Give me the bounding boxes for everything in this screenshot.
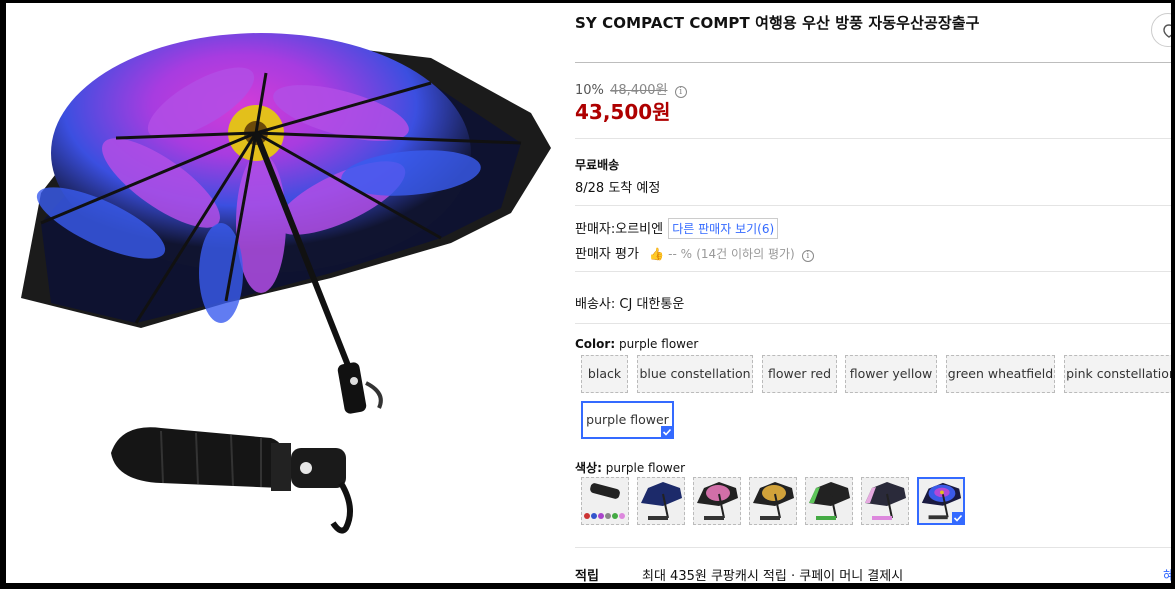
swatch-label: 색상: xyxy=(575,461,602,475)
reward-text: 최대 435원 쿠팡캐시 적립 · 쿠페이 머니 결제시 xyxy=(642,569,904,583)
product-info-panel: SY COMPACT COMPT 여행용 우산 방풍 자동우산공장출구 10% … xyxy=(575,3,1171,583)
seller-row: 판매자:오르비엔 다른 판매자 보기(6) xyxy=(575,218,779,239)
color-option-pink-constellation[interactable]: pink constellation xyxy=(1064,355,1171,393)
check-icon xyxy=(661,426,673,438)
seller-rating-note: (14건 이하의 평가) xyxy=(696,247,795,261)
color-option-label: Color: purple flower xyxy=(575,337,698,351)
divider xyxy=(575,547,1171,548)
seller-label: 판매자: xyxy=(575,222,616,237)
divider xyxy=(575,205,1171,206)
other-sellers-button[interactable]: 다른 판매자 보기(6) xyxy=(668,218,779,239)
sale-price: 43,500원 xyxy=(575,100,671,124)
seller-rating-value: -- % xyxy=(668,247,693,261)
swatch-option-label: 색상: purple flower xyxy=(575,459,685,476)
share-button[interactable] xyxy=(1151,13,1171,47)
color-option-blue-constellation[interactable]: blue constellation xyxy=(637,355,753,393)
share-icon xyxy=(1163,24,1171,38)
color-option-purple-flower[interactable]: purple flower xyxy=(581,401,674,439)
swatch-selected-value: purple flower xyxy=(605,461,686,475)
product-title: SY COMPACT COMPT 여행용 우산 방풍 자동우산공장출구 xyxy=(575,14,980,32)
carrier-name: CJ 대한통운 xyxy=(619,297,685,312)
color-option-black[interactable]: black xyxy=(581,355,628,393)
arrival-date: 8/28 도착 예정 xyxy=(575,181,661,196)
seller-name[interactable]: 오르비엔 xyxy=(615,222,663,237)
product-page: SY COMPACT COMPT 여행용 우산 방풍 자동우산공장출구 10% … xyxy=(6,3,1171,583)
seller-rating-row: 판매자 평가 👍 -- % (14건 이하의 평가) i xyxy=(575,243,814,262)
divider xyxy=(575,62,1171,63)
color-option-flower-red[interactable]: flower red xyxy=(762,355,837,393)
product-folded-image[interactable] xyxy=(101,413,361,538)
color-option-flower-yellow[interactable]: flower yellow xyxy=(845,355,937,393)
product-main-image[interactable] xyxy=(11,33,556,423)
color-label: Color: xyxy=(575,337,616,351)
divider xyxy=(575,271,1171,272)
divider xyxy=(575,323,1171,324)
reward-label: 적립 xyxy=(575,569,599,583)
carrier-label: 배송사: xyxy=(575,297,616,312)
swatch-thumb-pink-constellation[interactable] xyxy=(861,477,909,525)
swatch-thumb-purple-flower[interactable] xyxy=(917,477,965,525)
swatch-thumb-blue-constellation[interactable] xyxy=(637,477,685,525)
swatch-thumb-flower-yellow[interactable] xyxy=(749,477,797,525)
check-icon xyxy=(952,512,963,523)
divider xyxy=(575,138,1171,139)
carrier-row: 배송사: CJ 대한통운 xyxy=(575,293,684,312)
thumbs-up-icon: 👍 xyxy=(649,247,665,261)
swatch-thumb-flower-red[interactable] xyxy=(693,477,741,525)
color-option-green-wheatfield[interactable]: green wheatfield xyxy=(946,355,1055,393)
color-selected-value: purple flower xyxy=(618,337,699,351)
color-option-label-text: purple flower xyxy=(586,412,669,427)
info-icon[interactable]: i xyxy=(801,250,814,262)
info-icon[interactable]: i xyxy=(674,86,687,98)
swatch-thumb-black[interactable] xyxy=(581,477,629,525)
swatch-thumb-green-wheatfield[interactable] xyxy=(805,477,853,525)
seller-rating-label: 판매자 평가 xyxy=(575,247,639,262)
free-shipping-label: 무료배송 xyxy=(575,158,620,172)
reward-link[interactable]: 혜 xyxy=(1163,565,1171,583)
